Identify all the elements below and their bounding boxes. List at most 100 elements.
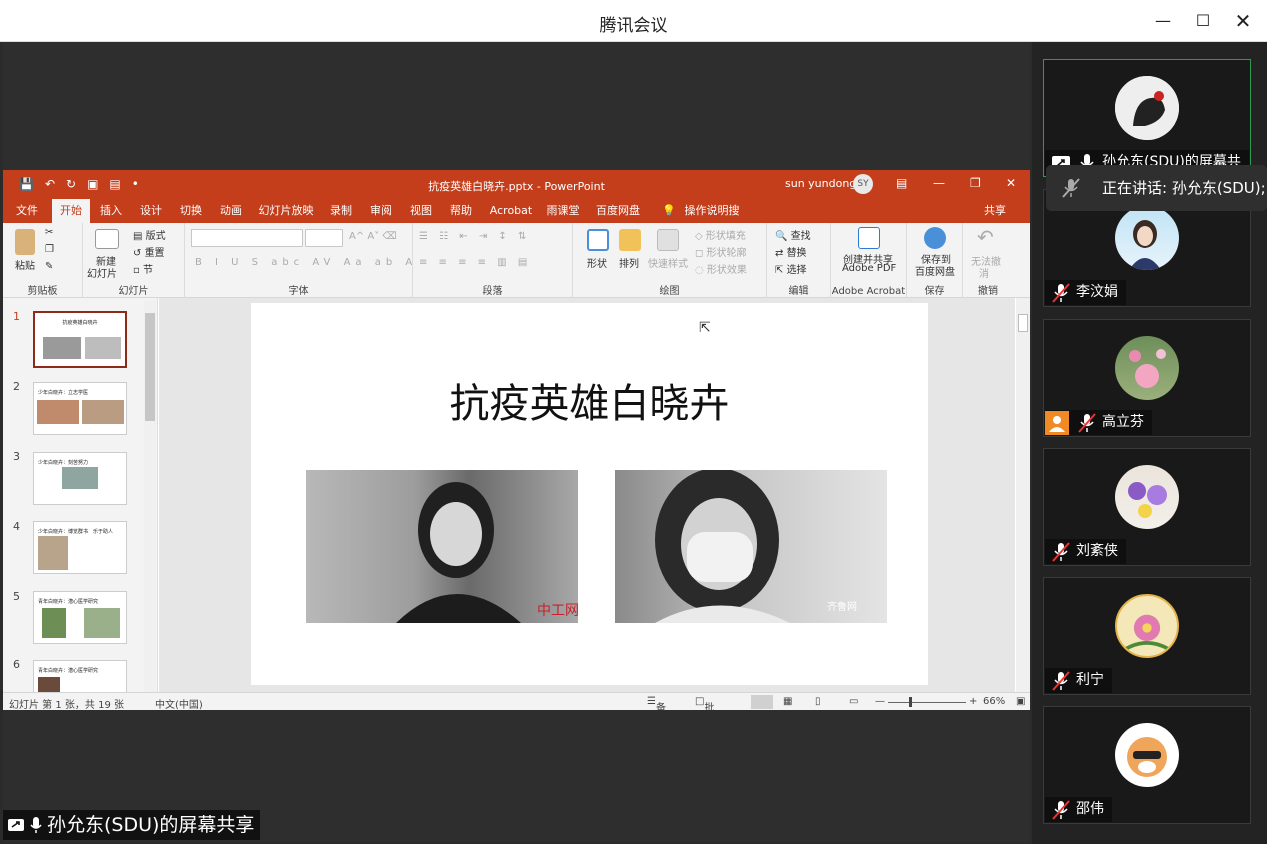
tab-file[interactable]: 文件: [8, 199, 46, 223]
slide-scrollbar[interactable]: [1016, 298, 1030, 692]
tab-acrobat[interactable]: Acrobat: [486, 199, 536, 223]
font-size-select[interactable]: [305, 229, 343, 247]
tab-home[interactable]: 开始: [52, 199, 90, 223]
tab-baidu-pan[interactable]: 百度网盘: [593, 199, 643, 223]
paste-label[interactable]: 粘贴: [15, 257, 35, 272]
language[interactable]: 中文(中国): [155, 696, 203, 710]
thumbnail-slide-5[interactable]: 青年白晓卉：潜心医学研究: [33, 591, 127, 644]
participant-nametag: 李汶娟: [1045, 280, 1126, 305]
tab-review[interactable]: 审阅: [362, 199, 400, 223]
layout-button[interactable]: ▤ 版式: [133, 227, 166, 242]
format-painter-icon[interactable]: ✎: [45, 261, 53, 272]
zoom-slider-thumb[interactable]: [909, 697, 912, 707]
thumbnail-slide-6[interactable]: 青年白晓卉：潜心医学研究: [33, 660, 127, 693]
ribbon-display-icon[interactable]: ▤: [896, 176, 907, 190]
ppt-restore-button[interactable]: ❐: [970, 176, 981, 190]
tab-design[interactable]: 设计: [132, 199, 170, 223]
slide-title[interactable]: 抗疫英雄白晓卉: [251, 371, 928, 429]
select-button[interactable]: ⇱ 选择: [775, 261, 807, 276]
font-name-select[interactable]: [191, 229, 303, 247]
tab-help[interactable]: 帮助: [442, 199, 480, 223]
participant-tile[interactable]: 孙允东(SDU)的屏幕共: [1043, 59, 1251, 177]
paste-icon[interactable]: [15, 229, 35, 255]
slideshow-view-icon[interactable]: ▭: [849, 696, 858, 707]
thumbnail-slide-4[interactable]: 少年白晓卉：博览群书 乐于助人: [33, 521, 127, 574]
thumbnail-slide-2[interactable]: 少年白晓卉：立志学医: [33, 382, 127, 435]
slide-canvas[interactable]: 抗疫英雄白晓卉 中工网 齐鲁网 ⇱: [159, 298, 1015, 692]
photo-right[interactable]: 齐鲁网: [615, 470, 887, 623]
normal-view-button[interactable]: [751, 695, 773, 709]
arrange-label[interactable]: 排列: [619, 255, 639, 270]
tab-record[interactable]: 录制: [322, 199, 360, 223]
quick-styles-icon[interactable]: [657, 229, 679, 251]
fit-slide-icon[interactable]: ▣: [1016, 696, 1025, 707]
thumbnail-slide-3[interactable]: 少年白晓卉：刻苦努力: [33, 452, 127, 505]
replace-button[interactable]: ⇄ 替换: [775, 244, 807, 259]
close-button[interactable]: ✕: [1230, 9, 1256, 33]
align-buttons[interactable]: ≡ ≡ ≡ ≡ ▥ ▤: [419, 257, 531, 268]
tab-animations[interactable]: 动画: [212, 199, 250, 223]
shapes-icon[interactable]: [587, 229, 609, 251]
minimize-button[interactable]: —: [1150, 9, 1176, 33]
maximize-button[interactable]: ☐: [1190, 9, 1216, 33]
participant-tile[interactable]: 邵伟: [1043, 706, 1251, 824]
current-slide[interactable]: 抗疫英雄白晓卉 中工网 齐鲁网: [251, 303, 928, 685]
screen-share-label: 孙允东(SDU)的屏幕共享: [3, 810, 261, 840]
ppt-minimize-button[interactable]: —: [933, 176, 945, 190]
share-button[interactable]: 共享: [975, 199, 1015, 223]
create-pdf-label-2[interactable]: Adobe PDF: [842, 263, 896, 274]
muted-microphone-icon: [1052, 799, 1070, 820]
notes-button[interactable]: ☰ 备注: [647, 696, 666, 710]
reading-view-icon[interactable]: ▯: [815, 696, 821, 707]
portrait-masked-doctor-icon: 齐鲁网: [655, 470, 857, 623]
thumb-image: [38, 536, 68, 570]
save-baidu-label-2[interactable]: 百度网盘: [915, 263, 955, 278]
tab-slideshow[interactable]: 幻灯片放映: [256, 199, 316, 223]
baidu-cloud-icon[interactable]: [924, 227, 946, 249]
user-avatar[interactable]: SY: [853, 174, 873, 194]
section-button[interactable]: ▫ 节: [133, 261, 153, 276]
thumbnails-scrollbar[interactable]: [144, 301, 156, 693]
create-pdf-icon[interactable]: [858, 227, 880, 249]
font-format-buttons[interactable]: B I U S abc AV Aa ab A: [195, 257, 417, 268]
shape-effects-button[interactable]: ◌ 形状效果: [695, 261, 747, 276]
tab-insert[interactable]: 插入: [92, 199, 130, 223]
muted-microphone-icon: [1062, 178, 1080, 198]
tab-rain-classroom[interactable]: 雨课堂: [543, 199, 583, 223]
undo-large-icon[interactable]: ↶: [977, 225, 994, 249]
zoom-in-button[interactable]: +: [969, 696, 977, 707]
zoom-slider[interactable]: [888, 702, 966, 703]
tell-me-search[interactable]: 操作说明搜索: [681, 199, 743, 241]
ppt-user-name[interactable]: sun yundong: [785, 177, 856, 190]
scrollbar-thumb[interactable]: [1018, 314, 1028, 332]
participant-tile[interactable]: 利宁: [1043, 577, 1251, 695]
find-button[interactable]: 🔍 查找: [775, 227, 811, 242]
shape-fill-button[interactable]: ◇ 形状填充: [695, 227, 746, 242]
scrollbar-thumb[interactable]: [145, 313, 155, 421]
quick-styles-label[interactable]: 快速样式: [648, 255, 688, 270]
ppt-close-button[interactable]: ✕: [1006, 176, 1016, 190]
reset-button[interactable]: ↺ 重置: [133, 244, 165, 259]
shape-outline-button[interactable]: ◻ 形状轮廓: [695, 244, 746, 259]
powerpoint-window[interactable]: 💾 ↶ ↻ ▣ ▤ • 抗疫英雄白晓卉.pptx - PowerPoint su…: [3, 170, 1030, 710]
list-buttons[interactable]: ☰ ☷ ⇤ ⇥ ↕ ⇅: [419, 231, 530, 242]
font-grow-icon[interactable]: A^ A˅ ⌫: [349, 231, 397, 242]
participant-tile[interactable]: 刘紊侠: [1043, 448, 1251, 566]
zoom-out-button[interactable]: —: [875, 696, 885, 707]
zoom-level[interactable]: 66%: [983, 696, 1005, 707]
sorter-view-icon[interactable]: ▦: [783, 696, 792, 707]
slide-thumbnails-pane[interactable]: 1 抗疫英雄白晓卉 2 少年白晓卉：立志学医 3 少年白晓卉：刻苦努力 4 少年…: [3, 298, 158, 693]
photo-left[interactable]: 中工网: [306, 470, 578, 623]
new-slide-label-2[interactable]: 幻灯片: [87, 265, 117, 280]
new-slide-icon[interactable]: [95, 229, 119, 249]
comments-button[interactable]: □ 批注: [695, 696, 714, 710]
tab-view[interactable]: 视图: [402, 199, 440, 223]
cut-icon[interactable]: ✂: [45, 227, 53, 238]
thumbnail-slide-1[interactable]: 抗疫英雄白晓卉: [33, 311, 127, 368]
arrange-icon[interactable]: [619, 229, 641, 251]
tab-transitions[interactable]: 切换: [172, 199, 210, 223]
participant-tile[interactable]: 高立芬: [1043, 319, 1251, 437]
shapes-label[interactable]: 形状: [587, 255, 607, 270]
copy-icon[interactable]: ❐: [45, 244, 54, 255]
undo-label-2[interactable]: 消: [979, 265, 989, 280]
